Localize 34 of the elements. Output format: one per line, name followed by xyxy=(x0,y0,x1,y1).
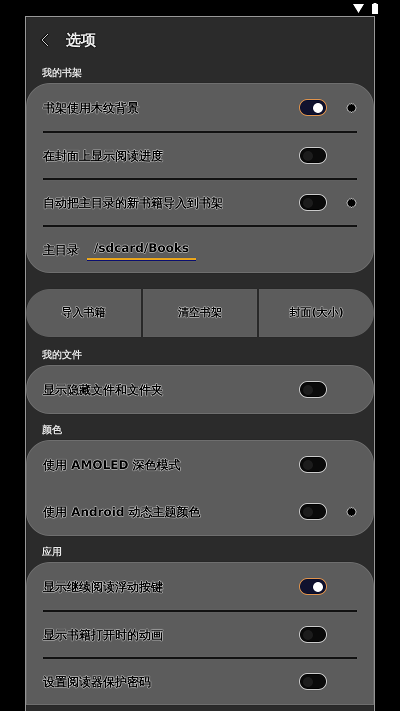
settings-icon[interactable] xyxy=(346,102,357,113)
setting-label: 显示书籍打开时的动画 xyxy=(43,626,164,644)
toggle-switch[interactable] xyxy=(299,578,327,595)
toggle-switch[interactable] xyxy=(299,503,327,520)
toggle-switch[interactable] xyxy=(299,673,327,690)
toggle-switch[interactable] xyxy=(299,194,327,211)
section-title: 我的书架 xyxy=(40,66,83,80)
toggle-switch[interactable] xyxy=(299,456,327,473)
settings-icon[interactable] xyxy=(346,197,357,208)
battery-icon xyxy=(372,2,378,14)
action-button[interactable]: 导入书籍 xyxy=(26,289,141,337)
setting-label: 主目录 xyxy=(43,242,79,258)
section-title: 应用 xyxy=(41,545,63,560)
section-title: 颜色 xyxy=(41,424,63,438)
toggle-switch[interactable] xyxy=(299,99,327,116)
page-title: 选项 xyxy=(66,30,96,51)
back-icon[interactable] xyxy=(40,33,50,47)
setting-label: 在封面上显示阅读进度 xyxy=(43,148,164,164)
section-title: 我的文件 xyxy=(40,348,83,362)
wifi-icon xyxy=(353,4,364,12)
setting-label: 显示继续阅读浮动按键 xyxy=(43,578,164,596)
setting-label: 书架使用木纹背景 xyxy=(43,100,140,116)
settings-icon[interactable] xyxy=(346,506,357,517)
toggle-switch[interactable] xyxy=(299,626,327,643)
toggle-switch[interactable] xyxy=(299,381,327,398)
path-field[interactable]: /sdcard/Books xyxy=(87,239,196,260)
setting-label: 使用 AMOLED 深色模式 xyxy=(43,456,182,474)
setting-label: 显示隐藏文件和文件夹 xyxy=(43,382,164,398)
toggle-switch[interactable] xyxy=(299,147,327,164)
setting-label: 使用 Android 动态主题颜色 xyxy=(43,504,202,520)
action-button[interactable]: 封面(大小) xyxy=(259,289,374,337)
setting-label: 设置阅读器保护密码 xyxy=(43,674,152,690)
action-button[interactable]: 清空书架 xyxy=(142,289,258,337)
setting-label: 自动把主目录的新书籍导入到书架 xyxy=(43,194,224,212)
